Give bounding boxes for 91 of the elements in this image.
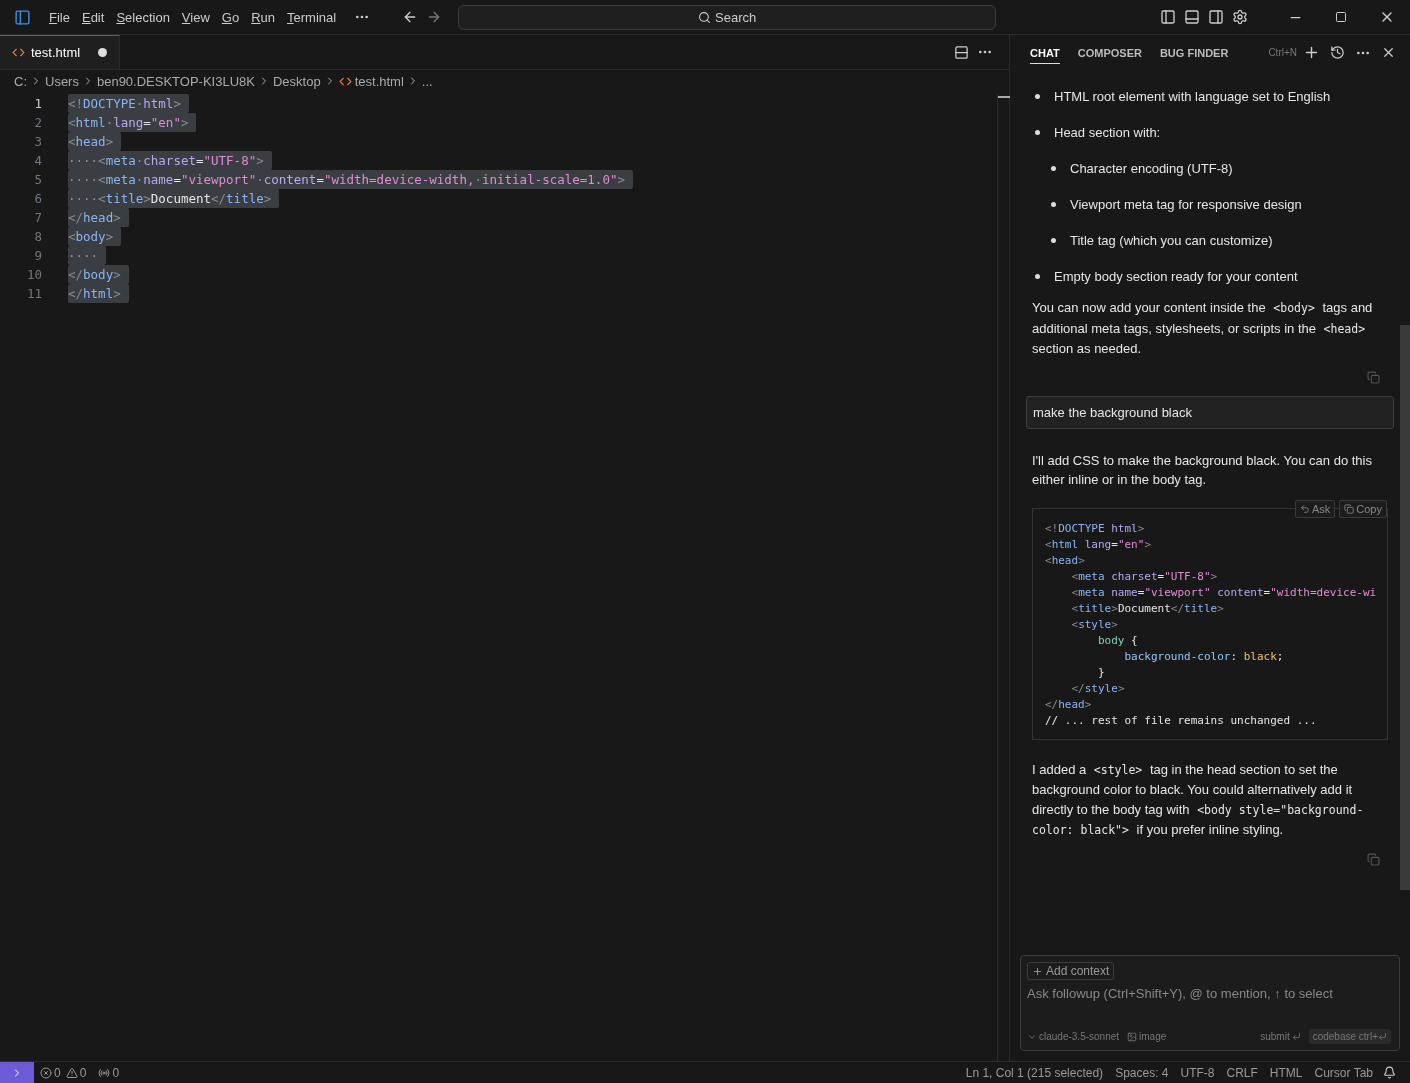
image-button[interactable]: image — [1127, 1031, 1167, 1042]
list-item-text: Character encoding (UTF-8) — [1070, 160, 1233, 176]
code-line: <title>Document</title> — [1070, 600, 1225, 617]
submit-button[interactable]: submit — [1260, 1031, 1301, 1042]
code-line: </style> — [1070, 680, 1126, 697]
bullet-icon — [1051, 237, 1056, 243]
menu-item[interactable]: Run — [245, 9, 282, 25]
list-item-text: Head section with: — [1054, 124, 1161, 140]
breadcrumb-item[interactable]: C: — [14, 73, 27, 89]
bullet-icon — [1035, 93, 1040, 99]
bullet-icon — [1051, 201, 1056, 207]
menu-item[interactable]: File — [43, 9, 76, 25]
status-item[interactable]: UTF-8 — [1174, 1065, 1221, 1080]
scrollbar-thumb[interactable] — [1400, 325, 1410, 890]
user-message: make the background black — [1026, 395, 1394, 429]
list-item-text: Viewport meta tag for responsive design — [1070, 196, 1302, 212]
line-number: 5 — [33, 171, 43, 189]
menu-item[interactable]: View — [175, 9, 216, 25]
code-line: body { — [1096, 632, 1139, 649]
code-line: // ... rest of file remains unchanged ... — [1045, 712, 1318, 729]
bullet-icon — [1035, 273, 1040, 279]
line-number: 8 — [33, 228, 43, 246]
search-label: Search — [715, 9, 757, 25]
copy-icon — [1344, 503, 1355, 514]
list-item-text: Empty body section ready for your content — [1054, 268, 1298, 284]
code-line: background-color: black; — [1123, 648, 1285, 665]
line-number: 10 — [25, 266, 43, 284]
add-context-button[interactable]: Add context — [1027, 962, 1115, 980]
breadcrumb-item[interactable]: test.html — [354, 73, 404, 89]
code-line: <html lang="en"> — [1045, 536, 1152, 553]
menu-item[interactable]: Selection — [110, 9, 176, 25]
code-line: } — [1096, 664, 1106, 681]
problems-status[interactable]: 0 0 — [34, 1065, 93, 1080]
list-item-text: HTML root element with language set to English — [1054, 88, 1331, 104]
breadcrumb-item[interactable]: ... — [421, 73, 433, 89]
enter-icon — [1291, 1032, 1301, 1041]
line-number: 3 — [33, 133, 43, 151]
breadcrumb-item[interactable]: ben90.DESKTOP-KI3LU8K — [96, 73, 255, 89]
remote-button[interactable] — [0, 1061, 34, 1083]
chat-tab[interactable]: CHAT — [1030, 41, 1060, 64]
code-line: <!DOCTYPE html> — [1045, 520, 1146, 537]
image-icon — [1127, 1031, 1138, 1042]
menu-item[interactable]: Edit — [75, 9, 111, 25]
model-selector[interactable]: claude-3.5-sonnet — [1027, 1031, 1120, 1042]
search-icon — [698, 10, 712, 24]
status-item[interactable]: CRLF — [1220, 1065, 1264, 1080]
status-item[interactable]: Ln 1, Col 1 (215 selected) — [959, 1065, 1110, 1080]
copy-icon[interactable] — [1367, 852, 1380, 866]
shortcut-hint: Ctrl+N — [1268, 47, 1297, 58]
code-line: <meta name="viewport" content="width=device-wi — [1070, 584, 1378, 601]
code-action-button[interactable]: Ask — [1294, 499, 1336, 518]
html-file-icon — [12, 46, 25, 59]
status-item[interactable]: Spaces: 4 — [1109, 1065, 1175, 1080]
line-number: 6 — [33, 190, 43, 208]
overview-ruler-mark — [998, 96, 1010, 98]
code-line: <style> — [1070, 616, 1119, 633]
line-number: 7 — [33, 209, 43, 227]
error-icon — [40, 1066, 52, 1079]
editor-tab[interactable]: test.html — [0, 35, 120, 69]
code-line: </head> — [1045, 696, 1093, 713]
breadcrumb-item[interactable]: Users — [45, 73, 79, 89]
line-number: 11 — [25, 285, 43, 303]
enter-icon — [1378, 1032, 1387, 1041]
code-line: <head> — [1045, 552, 1086, 569]
bullet-icon — [1051, 165, 1056, 171]
message-paragraph: You can now add your content inside the <body> tags and additional meta tags, stylesheets, or scripts in the <head> section as needed. — [1032, 299, 1374, 358]
warning-icon — [65, 1066, 78, 1079]
code-action-button[interactable]: Copy — [1339, 499, 1387, 518]
copy-icon[interactable] — [1367, 370, 1380, 384]
status-item[interactable]: HTML — [1263, 1065, 1309, 1080]
line-number: 9 — [33, 247, 43, 265]
message-paragraph: I added a <style> tag in the head section to set the background color to black. You could alternatively add it directly to the body tag with <body style="background-color: black"> if you prefer inline styling. — [1032, 760, 1365, 839]
chat-tab[interactable]: BUG FINDER — [1159, 41, 1229, 64]
list-item-text: Title tag (which you can customize) — [1070, 232, 1273, 248]
code-line: <meta charset="UTF-8"> — [1070, 568, 1219, 585]
line-number: 1 — [33, 95, 43, 113]
chat-input-field[interactable]: Add context Ask followup (Ctrl+Shift+Y), @ to mention, ↑ to select claude-3.5-sonnet image submit codebase ctrl+ — [1020, 955, 1400, 1051]
line-number: 4 — [33, 152, 43, 170]
status-item[interactable]: Cursor Tab — [1308, 1065, 1379, 1080]
search-field[interactable]: Search — [458, 4, 997, 30]
chat-tab[interactable]: COMPOSER — [1077, 41, 1142, 64]
plus-icon — [1032, 965, 1043, 977]
menu-item[interactable]: Go — [215, 9, 246, 25]
broadcast-icon — [98, 1066, 111, 1079]
reply-arrow-icon — [1299, 503, 1310, 514]
message-paragraph: I'll add CSS to make the background black. You can do this either inline or in the body tag. — [1032, 451, 1373, 489]
line-number: 2 — [33, 114, 43, 132]
breadcrumb-item[interactable]: Desktop — [272, 73, 321, 89]
bullet-icon — [1035, 129, 1040, 135]
menu-item[interactable]: Terminal — [281, 9, 343, 25]
ports-status[interactable]: 0 — [92, 1065, 126, 1080]
